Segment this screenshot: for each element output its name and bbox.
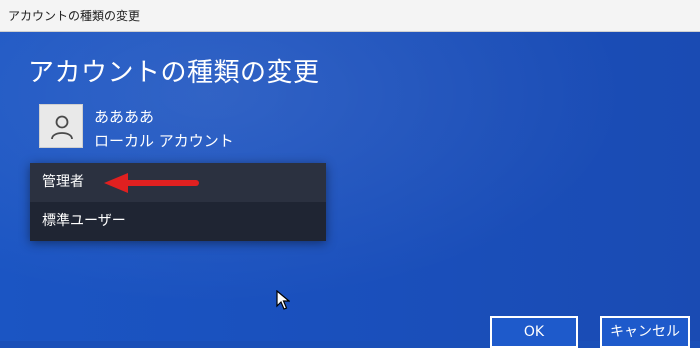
user-account-type: ローカル アカウント <box>94 132 234 150</box>
avatar <box>39 104 83 148</box>
user-name: ああああ <box>94 108 155 126</box>
window-titlebar: アカウントの種類の変更 <box>0 0 700 32</box>
mouse-pointer-icon <box>276 290 290 310</box>
red-arrow-icon <box>104 173 199 193</box>
window-title: アカウントの種類の変更 <box>8 9 141 23</box>
change-account-type-dialog: アカウントの種類の変更 ああああ ローカル アカウント 管理者 標準ユーザー O… <box>0 32 700 348</box>
ok-button[interactable]: OK <box>490 316 578 348</box>
dropdown-option-standard-user[interactable]: 標準ユーザー <box>30 202 326 241</box>
user-icon <box>51 115 73 140</box>
cancel-button[interactable]: キャンセル <box>600 316 690 348</box>
dialog-heading: アカウントの種類の変更 <box>28 58 320 88</box>
